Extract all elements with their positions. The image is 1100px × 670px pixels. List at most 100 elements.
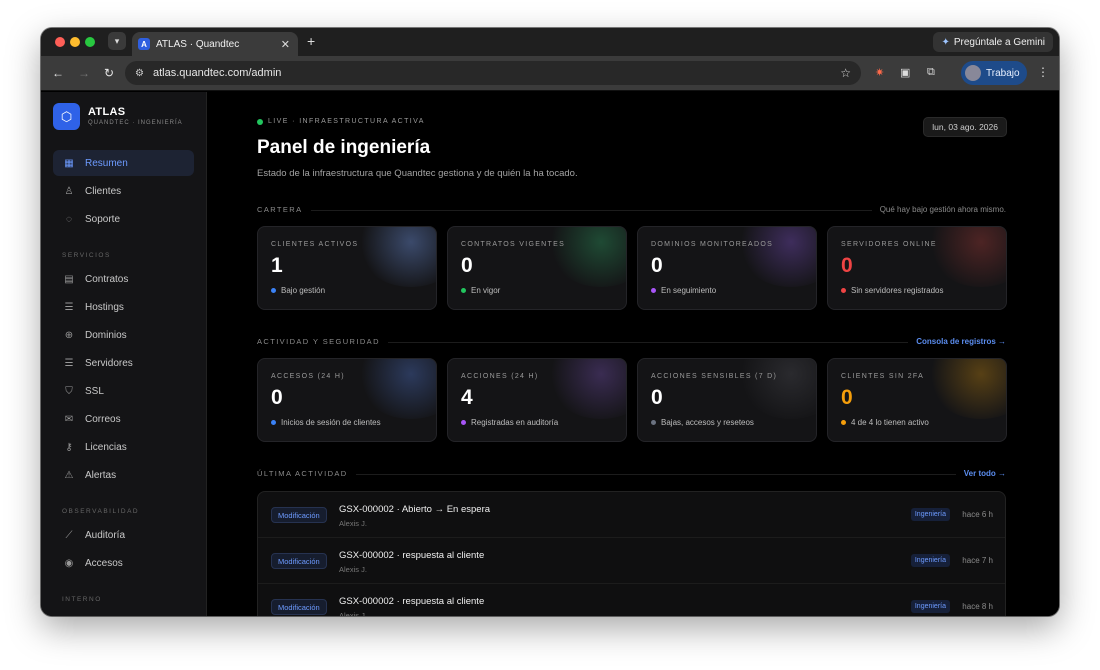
minimize-window-button[interactable] [70,37,80,47]
metric-card[interactable]: CONTRATOS VIGENTES 0 En vigor [447,226,627,310]
sidebar-item-resumen[interactable]: ▦ Resumen [53,150,194,176]
sidebar-item-correos[interactable]: ✉ Correos [53,406,194,432]
forward-arrow-icon[interactable]: → [78,66,90,80]
sidebar-item-alertas[interactable]: ⚠ Alertas [53,462,194,488]
metric-footnote: En vigor [471,286,501,295]
address-bar[interactable]: ⚙ atlas.quandtec.com/admin ☆ [125,61,861,85]
sidebar-item-label: Resumen [85,157,128,169]
metric-value: 0 [461,254,473,277]
action-badge: Modificación [271,507,327,523]
status-dot [271,420,276,425]
profile-button[interactable]: Trabajo [961,61,1027,85]
section-title: ACTIVIDAD Y SEGURIDAD [257,337,388,346]
back-arrow-icon[interactable]: ← [52,66,64,80]
shield-icon: ⛉ [65,385,73,397]
metric-label: ACCIONES SENSIBLES (7 D) [651,373,778,380]
metric-footer: Sin servidores registrados [841,286,943,295]
activity-title: GSX-000002 · respuesta al cliente [339,550,485,561]
sidebar-item-clientes[interactable]: ♙ Clientes [53,178,194,204]
metric-footer: 4 de 4 lo tienen activo [841,418,929,427]
sidebar-item-auditoria[interactable]: ⟋ Auditoría [53,522,194,548]
activity-row[interactable]: Modificación GSX-000002 · respuesta al cl… [258,538,1005,584]
metric-value: 4 [461,386,473,409]
consola-registros-link[interactable]: Consola de registros → [908,337,1006,346]
activity-title: GSX-000002 · Abierto → En espera [339,504,491,515]
metric-footnote: En seguimiento [661,286,717,295]
maximize-window-button[interactable] [85,37,95,47]
card-glow [926,227,1006,287]
team-tag: Ingeniería [910,600,950,613]
main-content: LIVE · INFRAESTRUCTURA ACTIVA lun, 03 ag… [207,92,1059,616]
metric-card[interactable]: DOMINIOS MONITOREADOS 0 En seguimiento [637,226,817,310]
sidebar-item-licencias[interactable]: ⚷ Licencias [53,434,194,460]
browser-menu-icon[interactable]: ⋮ [1037,65,1049,79]
tab-bar: ▾ A ATLAS · Quandtec ✕ + ✦ Pregúntale a … [41,28,1059,56]
site-settings-icon[interactable]: ⚙ [135,68,144,79]
activity-row[interactable]: Modificación GSX-000002 · Abierto → En es… [258,492,1005,538]
sidebar-item-soporte[interactable]: ◌ Soporte [53,206,194,232]
extensions-puzzle-icon[interactable]: ⧉ [927,66,935,79]
sidebar-item-accesos[interactable]: ◉ Accesos [53,550,194,576]
tab-search-button[interactable]: ▾ [108,32,126,50]
gemini-label: Pregúntale a Gemini [953,36,1045,48]
card-glow [546,227,626,287]
metric-card[interactable]: CLIENTES SIN 2FA 0 4 de 4 lo tienen activo [827,358,1007,442]
activity-row[interactable]: Modificación GSX-000002 · respuesta al cl… [258,584,1005,616]
status-dot [271,288,276,293]
atlas-cube-logo-icon[interactable]: ⬡ [53,103,80,130]
live-text: LIVE · INFRAESTRUCTURA ACTIVA [268,118,425,125]
sidebar-item-label: Dominios [85,329,127,341]
activity-title: GSX-000002 · respuesta al cliente [339,596,485,607]
status-dot [651,420,656,425]
metric-footer: En vigor [461,286,500,295]
server-icon: ☰ [64,357,74,369]
card-glow [546,359,626,419]
metric-card[interactable]: SERVIDORES ONLINE 0 Sin servidores registr… [827,226,1007,310]
status-dot [461,420,466,425]
metric-footer: Inicios de sesión de clientes [271,418,381,427]
activity-user: Alexis J. [339,611,367,616]
metric-card[interactable]: ACCIONES (24 H) 4 Registradas en auditoría [447,358,627,442]
activity-user: Alexis J. [339,565,367,574]
card-glow [736,359,816,419]
section-title: CARTERA [257,205,311,214]
activity-list: Modificación GSX-000002 · Abierto → En es… [257,491,1006,616]
sidebar-item-hostings[interactable]: ☰ Hostings [53,294,194,320]
team-tag: Ingeniería [910,508,950,521]
metric-card[interactable]: CLIENTES ACTIVOS 1 Bajo gestión [257,226,437,310]
sidebar-item-label: Alertas [85,469,117,481]
metric-card[interactable]: ACCESOS (24 H) 0 Inicios de sesión de clie… [257,358,437,442]
metric-value: 1 [271,254,283,277]
sidebar-item-contratos[interactable]: ▤ Contratos [53,266,194,292]
actividad-section-header: ACTIVIDAD Y SEGURIDAD Consola de registr… [257,337,1006,349]
globe-icon: ⊕ [64,329,74,341]
metric-value: 0 [271,386,283,409]
reload-icon[interactable]: ↻ [104,66,114,80]
active-tab[interactable]: A ATLAS · Quandtec ✕ [132,32,298,56]
close-tab-icon[interactable]: ✕ [281,38,290,51]
alert-icon: ⚠ [64,469,74,481]
team-tag: Ingeniería [910,554,950,567]
metric-value: 0 [841,386,853,409]
ver-todo-link[interactable]: Ver todo → [955,469,1006,478]
extension-burst-icon[interactable]: ✷ [875,66,884,79]
activity-time: hace 8 h [962,602,993,611]
metric-footnote: Inicios de sesión de clientes [281,418,381,427]
app: ⬡ ATLAS QUANDTEC · INGENIERÍA ▦ Resumen … [41,92,1059,616]
activity-user: Alexis J. [339,519,367,528]
sidebar-item-dominios[interactable]: ⊕ Dominios [53,322,194,348]
sidebar-item-servidores[interactable]: ☰ Servidores [53,350,194,376]
grid-icon: ▦ [64,157,74,169]
sidebar-item-label: Servidores [85,357,133,369]
page-subtitle: Estado de la infraestructura que Quandte… [257,168,578,179]
server-icon: ☰ [64,301,74,313]
sidebar-item-ssl[interactable]: ⛉ SSL [53,378,194,404]
new-tab-button[interactable]: + [307,33,315,49]
gemini-button[interactable]: ✦ Pregúntale a Gemini [933,32,1053,52]
bookmark-star-icon[interactable]: ☆ [840,66,851,80]
extension-shirt-icon[interactable]: ▣ [900,66,910,79]
metric-card[interactable]: ACCIONES SENSIBLES (7 D) 0 Bajas, accesos … [637,358,817,442]
metric-footer: Bajas, accesos y reseteos [651,418,754,427]
live-status-dot [257,118,263,125]
close-window-button[interactable] [55,37,65,47]
